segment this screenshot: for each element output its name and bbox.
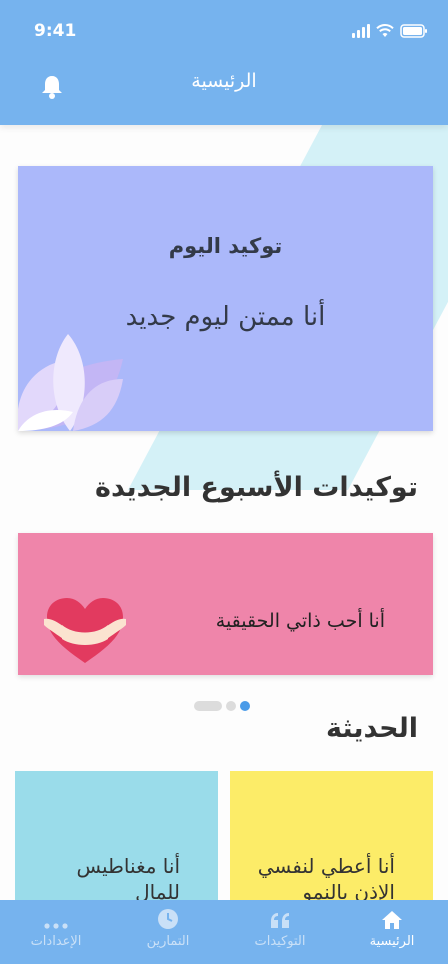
recent-section-title: الحديثة [326, 713, 418, 744]
home-icon [382, 911, 402, 929]
daily-affirmation-card[interactable]: توكيد اليوم أنا ممتن ليوم جديد [18, 166, 433, 431]
page-title: الرئيسية [191, 70, 257, 92]
quote-icon [271, 913, 289, 928]
tab-label: التوكيدات [254, 934, 306, 949]
daily-affirmation-title: توكيد اليوم [168, 234, 283, 258]
tab-settings[interactable]: الإعدادات [0, 900, 112, 964]
carousel-dot-active[interactable] [240, 701, 250, 711]
tab-label: التمارين [146, 934, 190, 949]
tab-home[interactable]: الرئيسية [336, 900, 448, 964]
carousel-dot[interactable] [194, 701, 222, 711]
tab-bar: الرئيسية التوكيدات التمارين الإعدادات [0, 900, 448, 964]
carousel-indicator [194, 701, 250, 711]
recent-card-text: أنا مغناطيس للمال [76, 854, 180, 904]
tab-affirmations[interactable]: التوكيدات [224, 900, 336, 964]
clock-icon [158, 909, 178, 929]
app-header: 9:41 الرئيسية [0, 0, 448, 125]
wifi-icon [376, 24, 394, 37]
bell-icon[interactable] [40, 74, 64, 100]
heart-hug-icon [44, 598, 126, 663]
daily-affirmation-text: أنا ممتن ليوم جديد [125, 302, 326, 332]
weekly-affirmation-card[interactable]: أنا أحب ذاتي الحقيقية [18, 533, 433, 675]
status-time: 9:41 [34, 21, 77, 41]
recent-card-text: أنا أعطي لنفسي الإذن بالنمو [257, 854, 395, 904]
weekly-affirmation-text: أنا أحب ذاتي الحقيقية [215, 610, 385, 632]
battery-icon [400, 24, 427, 38]
tab-label: الإعدادات [30, 934, 82, 949]
weekly-section-title: توكيدات الأسبوع الجديدة [95, 472, 418, 503]
more-icon [44, 923, 68, 929]
status-icons [352, 24, 428, 38]
tab-exercises[interactable]: التمارين [112, 900, 224, 964]
tab-label: الرئيسية [369, 934, 415, 949]
home-screen: 9:41 الرئيسية توكيد اليوم أنا ممتن ليوم … [0, 0, 448, 964]
signal-icon [352, 24, 370, 38]
carousel-dot[interactable] [226, 701, 236, 711]
lotus-icon [18, 334, 123, 431]
